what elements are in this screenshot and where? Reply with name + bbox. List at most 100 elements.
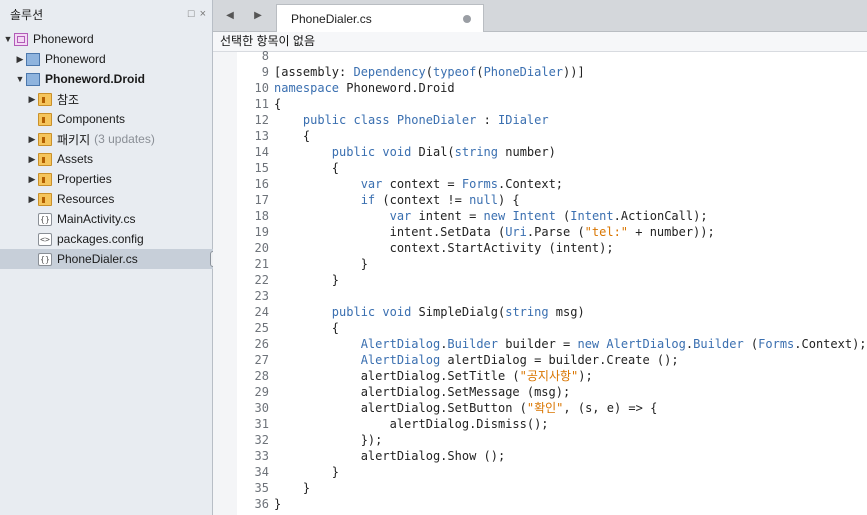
code-line[interactable]: 29 alertDialog.SetMessage (msg); <box>237 384 571 400</box>
editor-gutter <box>213 52 237 515</box>
code-line[interactable]: 32 }); <box>237 432 383 448</box>
code-token: AlertDialog <box>606 337 686 351</box>
line-number: 32 <box>254 433 269 447</box>
pin-icon[interactable]: □ <box>188 8 195 20</box>
code-line[interactable]: 9 [assembly: Dependency(typeof(PhoneDiale… <box>237 64 585 80</box>
code-line[interactable]: 14 public void Dial(string number) <box>237 144 556 160</box>
code-token: AlertDialog <box>360 337 441 351</box>
tree-item[interactable]: ▶ Phoneword <box>0 49 226 69</box>
tree-item-label: Phoneword.Droid <box>45 72 145 86</box>
line-number: 19 <box>254 225 269 239</box>
code-line[interactable]: 10 namespace Phoneword.Droid <box>237 80 455 96</box>
collapse-arrow-icon[interactable]: ▶ <box>26 134 38 145</box>
code-line[interactable]: 11 { <box>237 96 282 112</box>
collapse-arrow-icon[interactable]: ▶ <box>26 154 38 165</box>
code-line[interactable]: 25 { <box>237 320 339 336</box>
tree-item[interactable]: ▼ Phoneword <box>0 29 214 49</box>
solution-pad-header: 솔루션 □ × <box>0 0 212 28</box>
code-token: + number)); <box>628 225 715 239</box>
line-number: 13 <box>254 129 269 143</box>
project-icon <box>26 52 40 66</box>
folder-icon <box>38 192 52 206</box>
code-token: [assembly: <box>274 65 354 79</box>
collapse-arrow-icon[interactable]: ▶ <box>26 174 38 185</box>
code-token: , (s, e) => { <box>563 401 658 415</box>
code-line[interactable]: 35 } <box>237 480 311 496</box>
code-token: .Context); <box>794 337 867 351</box>
code-token: { <box>274 129 311 143</box>
code-line[interactable]: 19 intent.SetData (Uri.Parse ("tel:" + n… <box>237 224 715 240</box>
code-token: "공지사항" <box>519 369 579 383</box>
code-line[interactable]: 20 context.StartActivity (intent); <box>237 240 614 256</box>
code-token: { <box>274 97 282 111</box>
tab-phonedialer[interactable]: PhoneDialer.cs <box>276 4 484 32</box>
expand-arrow-icon[interactable]: ▼ <box>14 74 26 84</box>
collapse-arrow-icon[interactable]: ▶ <box>26 94 38 105</box>
folder-icon <box>38 92 52 106</box>
tab-close-icon[interactable] <box>463 15 471 23</box>
tree-item[interactable]: ▼ Phoneword.Droid <box>0 69 226 89</box>
code-line[interactable]: 13 { <box>237 128 311 144</box>
tree-item[interactable]: Components <box>0 109 238 129</box>
code-token: Dial( <box>411 145 455 159</box>
code-token: .Context; <box>498 177 564 191</box>
nav-forward-icon[interactable]: ▶ <box>249 6 267 24</box>
code-token: Intent <box>570 209 614 223</box>
expand-arrow-icon[interactable]: ▼ <box>2 34 14 44</box>
close-icon[interactable]: × <box>200 8 206 20</box>
code-token: public <box>331 305 376 319</box>
code-line[interactable]: 26 AlertDialog.Builder builder = new Ale… <box>237 336 867 352</box>
code-line[interactable]: 30 alertDialog.SetButton ("확인", (s, e) =… <box>237 400 658 416</box>
folder-icon <box>38 132 52 146</box>
code-line[interactable]: 15 { <box>237 160 339 176</box>
path-bar[interactable]: 선택한 항목이 없음 <box>213 32 867 52</box>
code-token: null <box>469 193 498 207</box>
code-token: Builder <box>693 337 744 351</box>
code-token: SimpleDialg( <box>411 305 506 319</box>
code-line[interactable]: 12 public class PhoneDialer : IDialer <box>237 112 549 128</box>
code-token: number) <box>498 145 556 159</box>
code-token: PhoneDialer <box>483 65 564 79</box>
code-line[interactable]: 31 alertDialog.Dismiss(); <box>237 416 549 432</box>
collapse-arrow-icon[interactable]: ▶ <box>26 194 38 205</box>
code-line[interactable]: 23 <box>237 288 274 304</box>
nav-back-icon[interactable]: ◀ <box>221 6 239 24</box>
tree-item[interactable]: {} MainActivity.cs <box>0 209 238 229</box>
code-line[interactable]: 18 var intent = new Intent (Intent.Actio… <box>237 208 708 224</box>
code-line[interactable]: 8 <box>237 48 274 64</box>
line-number: 9 <box>261 65 269 79</box>
tree-item[interactable]: <> packages.config <box>0 229 238 249</box>
code-token: alertDialog.SetTitle ( <box>274 369 520 383</box>
tree-item[interactable]: ▶ 참조 <box>0 89 238 109</box>
tree-item[interactable]: ▶ 패키지 (3 updates) <box>0 129 238 149</box>
tree-item[interactable]: ▶ Properties <box>0 169 238 189</box>
code-token: alertDialog.SetButton ( <box>274 401 527 415</box>
tree-item[interactable]: ▶ Assets <box>0 149 238 169</box>
code-line[interactable]: 21 } <box>237 256 368 272</box>
code-line[interactable]: 24 public void SimpleDialg(string msg) <box>237 304 585 320</box>
code-line[interactable]: 28 alertDialog.SetTitle ("공지사항"); <box>237 368 593 384</box>
tree-item[interactable]: ▶ Resources <box>0 189 238 209</box>
code-line[interactable]: 22 } <box>237 272 339 288</box>
line-number: 11 <box>254 97 269 111</box>
line-number: 21 <box>254 257 269 271</box>
code-line[interactable]: 33 alertDialog.Show (); <box>237 448 506 464</box>
tree-item[interactable]: {}PhoneDialer.cs⚙▾ <box>0 249 238 269</box>
code-token: PhoneDialer <box>396 113 477 127</box>
code-line[interactable]: 34 } <box>237 464 339 480</box>
collapse-arrow-icon[interactable]: ▶ <box>14 54 26 65</box>
line-number: 36 <box>254 497 269 511</box>
code-line[interactable]: 27 AlertDialog alertDialog = builder.Cre… <box>237 352 679 368</box>
code-line[interactable]: 36} <box>237 496 282 512</box>
code-token: Forms <box>461 177 498 191</box>
tree-item-label: 참조 <box>57 92 80 107</box>
code-token: ) { <box>497 193 520 207</box>
code-line[interactable]: 16 var context = Forms.Context; <box>237 176 563 192</box>
tree-item-label: PhoneDialer.cs <box>57 252 138 266</box>
path-bar-text: 선택한 항목이 없음 <box>220 34 315 48</box>
code-token: alertDialog.Show (); <box>274 449 506 463</box>
code-token: new <box>577 337 600 351</box>
code-line[interactable]: 17 if (context != null) { <box>237 192 520 208</box>
